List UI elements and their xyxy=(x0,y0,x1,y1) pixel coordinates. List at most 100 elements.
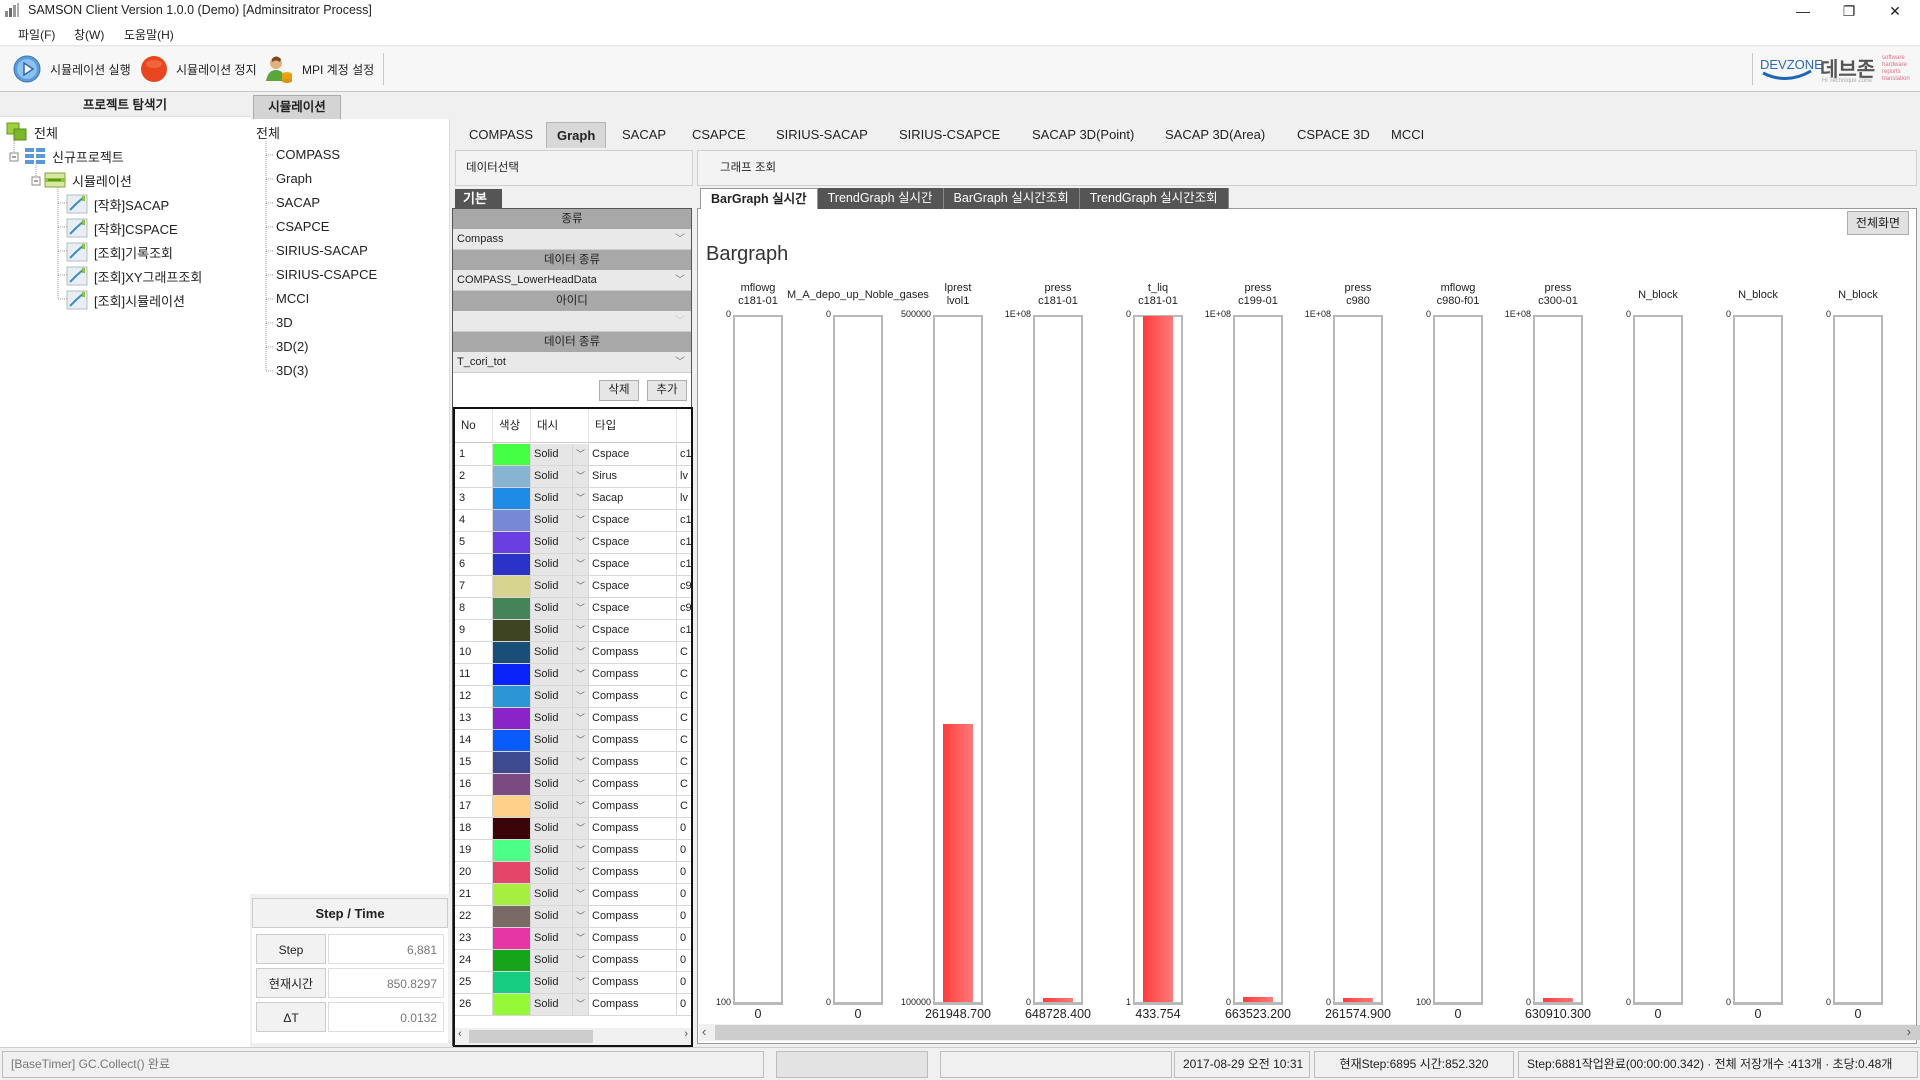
grid-row[interactable]: 4 Solid ﹀ Cspace c1 xyxy=(455,510,691,532)
color-swatch[interactable] xyxy=(493,840,531,861)
color-swatch[interactable] xyxy=(493,554,531,575)
chevron-down-icon[interactable]: ﹀ xyxy=(573,576,589,597)
dash-select[interactable]: Solid xyxy=(531,796,573,817)
dash-select[interactable]: Solid xyxy=(531,444,573,465)
dash-select[interactable]: Solid xyxy=(531,642,573,663)
chevron-down-icon[interactable]: ﹀ xyxy=(573,664,589,685)
sim-item-3d-3[interactable]: 3D(3) xyxy=(276,363,309,387)
dash-select[interactable]: Solid xyxy=(531,554,573,575)
grid-row[interactable]: 6 Solid ﹀ Cspace c1 xyxy=(455,554,691,576)
color-swatch[interactable] xyxy=(493,620,531,641)
chevron-down-icon[interactable]: ﹀ xyxy=(573,906,589,927)
color-swatch[interactable] xyxy=(493,576,531,597)
tab-sacap-3d-area[interactable]: SACAP 3D(Area) xyxy=(1155,122,1275,148)
sim-item-sacap[interactable]: SACAP xyxy=(276,195,320,219)
dash-select[interactable]: Solid xyxy=(531,840,573,861)
chevron-down-icon[interactable]: ﹀ xyxy=(573,444,589,465)
col-color[interactable]: 색상 xyxy=(493,409,531,442)
dash-select[interactable]: Solid xyxy=(531,532,573,553)
graph-horizontal-scrollbar[interactable]: ‹ › xyxy=(699,1024,1920,1041)
dash-select[interactable]: Solid xyxy=(531,664,573,685)
grid-row[interactable]: 25 Solid ﹀ Compass 0 xyxy=(455,972,691,994)
color-swatch[interactable] xyxy=(493,752,531,773)
grid-row[interactable]: 10 Solid ﹀ Compass C xyxy=(455,642,691,664)
chevron-down-icon[interactable]: ﹀ xyxy=(573,708,589,729)
color-swatch[interactable] xyxy=(493,774,531,795)
grid-row[interactable]: 15 Solid ﹀ Compass C xyxy=(455,752,691,774)
grid-row[interactable]: 12 Solid ﹀ Compass C xyxy=(455,686,691,708)
delete-button[interactable]: 삭제 xyxy=(599,380,639,401)
grid-row[interactable]: 24 Solid ﹀ Compass 0 xyxy=(455,950,691,972)
chevron-down-icon[interactable]: ﹀ xyxy=(573,972,589,993)
grid-row[interactable]: 26 Solid ﹀ Compass 0 xyxy=(455,994,691,1016)
tab-compass[interactable]: COMPASS xyxy=(459,122,543,148)
dash-select[interactable]: Solid xyxy=(531,774,573,795)
chevron-down-icon[interactable]: ﹀ xyxy=(573,510,589,531)
menu-window[interactable]: 창(W) xyxy=(74,26,104,43)
id-select[interactable]: ﹀ xyxy=(453,311,691,332)
scroll-left-icon[interactable]: ‹ xyxy=(458,1028,462,1040)
grid-row[interactable]: 11 Solid ﹀ Compass C xyxy=(455,664,691,686)
data-kind-2-select[interactable]: T_cori_tot ﹀ xyxy=(453,352,691,373)
col-more[interactable] xyxy=(677,409,691,442)
dash-select[interactable]: Solid xyxy=(531,488,573,509)
grid-row[interactable]: 23 Solid ﹀ Compass 0 xyxy=(455,928,691,950)
col-dash[interactable]: 대시 xyxy=(531,409,589,442)
col-no[interactable]: No xyxy=(455,409,493,442)
tree-item-xy-graph-query[interactable]: [조회]XY그래프조회 xyxy=(66,264,202,288)
sim-item-mcci[interactable]: MCCI xyxy=(276,291,309,315)
sim-item-graph[interactable]: Graph xyxy=(276,171,312,195)
grid-row[interactable]: 14 Solid ﹀ Compass C xyxy=(455,730,691,752)
color-swatch[interactable] xyxy=(493,950,531,971)
color-swatch[interactable] xyxy=(493,884,531,905)
color-swatch[interactable] xyxy=(493,994,531,1015)
tab-bargraph-realtime[interactable]: BarGraph 실시간 xyxy=(700,188,818,209)
grid-row[interactable]: 2 Solid ﹀ Sirus lv xyxy=(455,466,691,488)
restore-button[interactable]: ❐ xyxy=(1826,0,1872,22)
chevron-down-icon[interactable]: ﹀ xyxy=(573,686,589,707)
color-swatch[interactable] xyxy=(493,928,531,949)
color-swatch[interactable] xyxy=(493,796,531,817)
dash-select[interactable]: Solid xyxy=(531,730,573,751)
grid-row[interactable]: 18 Solid ﹀ Compass 0 xyxy=(455,818,691,840)
tree-item-sacap[interactable]: [작화]SACAP xyxy=(66,192,169,216)
scroll-thumb[interactable] xyxy=(715,1025,1920,1040)
color-swatch[interactable] xyxy=(493,664,531,685)
dash-select[interactable]: Solid xyxy=(531,862,573,883)
mpi-account-button[interactable]: MPI 계정 설정 xyxy=(264,53,374,85)
tree-item-new-project[interactable]: 신규프로젝트 xyxy=(24,144,124,168)
grid-row[interactable]: 17 Solid ﹀ Compass C xyxy=(455,796,691,818)
grid-row[interactable]: 13 Solid ﹀ Compass C xyxy=(455,708,691,730)
color-swatch[interactable] xyxy=(493,686,531,707)
chevron-down-icon[interactable]: ﹀ xyxy=(573,994,589,1015)
tab-sirius-sacap[interactable]: SIRIUS-SACAP xyxy=(766,122,878,148)
grid-row[interactable]: 21 Solid ﹀ Compass 0 xyxy=(455,884,691,906)
color-swatch[interactable] xyxy=(493,906,531,927)
scroll-thumb[interactable] xyxy=(469,1030,593,1043)
color-swatch[interactable] xyxy=(493,488,531,509)
color-swatch[interactable] xyxy=(493,444,531,465)
chevron-down-icon[interactable]: ﹀ xyxy=(573,730,589,751)
run-simulation-button[interactable]: 시뮬레이션 실행 xyxy=(12,53,131,85)
color-swatch[interactable] xyxy=(493,730,531,751)
sim-item-3d[interactable]: 3D xyxy=(276,315,293,339)
tree-item-record-query[interactable]: [조회]기록조회 xyxy=(66,240,173,264)
tree-item-simulation-query[interactable]: [조회]시뮬레이션 xyxy=(66,288,185,312)
color-swatch[interactable] xyxy=(493,532,531,553)
grid-row[interactable]: 8 Solid ﹀ Cspace c9 xyxy=(455,598,691,620)
chevron-down-icon[interactable]: ﹀ xyxy=(573,862,589,883)
color-swatch[interactable] xyxy=(493,818,531,839)
chevron-down-icon[interactable]: ﹀ xyxy=(573,620,589,641)
color-swatch[interactable] xyxy=(493,598,531,619)
dash-select[interactable]: Solid xyxy=(531,620,573,641)
chevron-down-icon[interactable]: ﹀ xyxy=(573,928,589,949)
sim-item-sirius-csapce[interactable]: SIRIUS-CSAPCE xyxy=(276,267,377,291)
chevron-down-icon[interactable]: ﹀ xyxy=(573,884,589,905)
sim-item-3d-2[interactable]: 3D(2) xyxy=(276,339,309,363)
grid-row[interactable]: 3 Solid ﹀ Sacap lv xyxy=(455,488,691,510)
minimize-button[interactable]: — xyxy=(1780,0,1826,22)
sim-item-compass[interactable]: COMPASS xyxy=(276,147,340,171)
menu-help[interactable]: 도움말(H) xyxy=(124,26,174,43)
tab-sirius-csapce[interactable]: SIRIUS-CSAPCE xyxy=(889,122,1010,148)
grid-row[interactable]: 7 Solid ﹀ Cspace c9 xyxy=(455,576,691,598)
